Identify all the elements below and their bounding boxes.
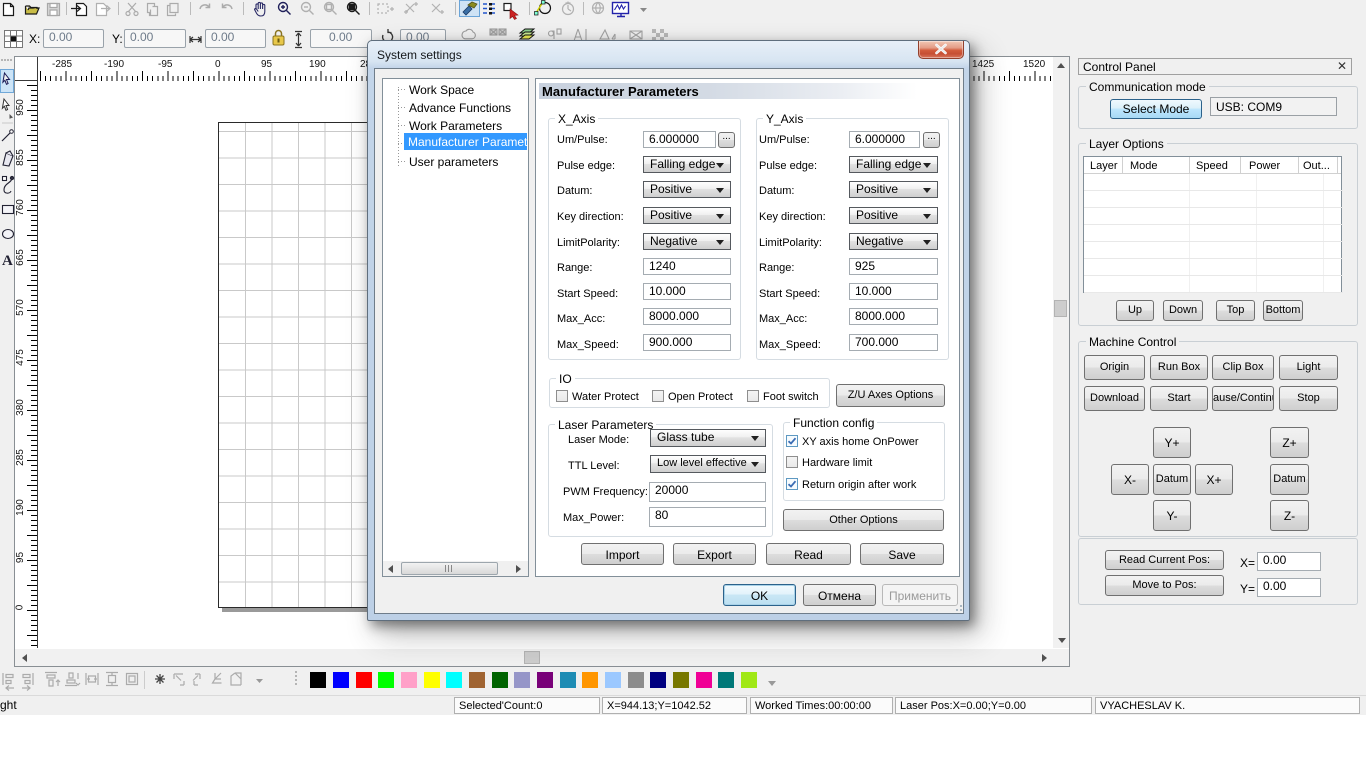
svg-text:A: A (2, 253, 13, 269)
